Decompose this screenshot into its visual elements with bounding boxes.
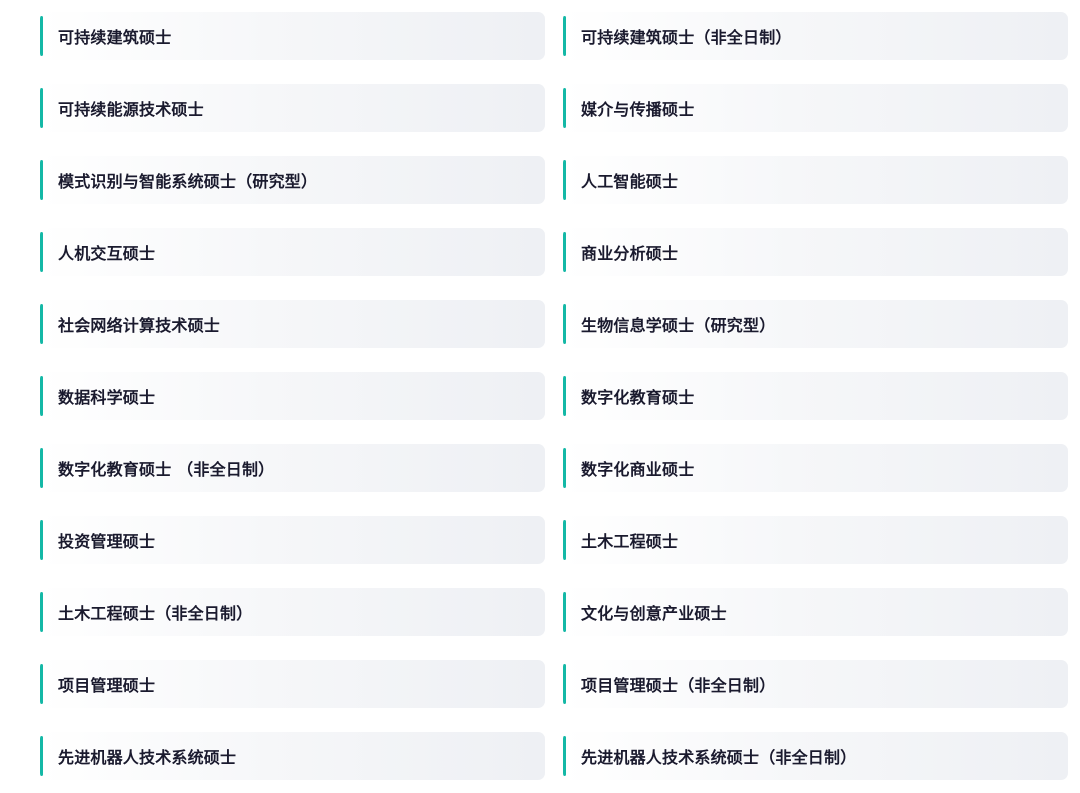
accent-bar [40, 160, 43, 200]
accent-bar [40, 16, 43, 56]
program-label: 媒介与传播硕士 [581, 100, 695, 119]
program-card[interactable]: 人工智能硕士 [563, 156, 1068, 204]
program-card[interactable]: 生物信息学硕士（研究型） [563, 300, 1068, 348]
program-label: 文化与创意产业硕士 [581, 604, 727, 623]
accent-bar [563, 16, 566, 56]
accent-bar [563, 376, 566, 416]
program-label: 项目管理硕士（非全日制） [581, 676, 776, 695]
accent-bar [563, 520, 566, 560]
program-card[interactable]: 可持续建筑硕士（非全日制） [563, 12, 1068, 60]
program-card[interactable]: 模式识别与智能系统硕士（研究型） [40, 156, 545, 204]
accent-bar [563, 592, 566, 632]
program-label: 可持续能源技术硕士 [58, 100, 204, 119]
accent-bar [40, 736, 43, 776]
accent-bar [40, 592, 43, 632]
accent-bar [563, 664, 566, 704]
program-label: 生物信息学硕士（研究型） [581, 316, 776, 335]
program-card[interactable]: 数字化教育硕士 （非全日制） [40, 444, 545, 492]
program-card[interactable]: 媒介与传播硕士 [563, 84, 1068, 132]
program-card[interactable]: 先进机器人技术系统硕士 [40, 732, 545, 780]
accent-bar [563, 88, 566, 128]
accent-bar [40, 520, 43, 560]
program-label: 投资管理硕士 [58, 532, 156, 551]
program-label: 商业分析硕士 [581, 244, 679, 263]
program-label: 数据科学硕士 [58, 388, 156, 407]
program-label: 模式识别与智能系统硕士（研究型） [58, 172, 318, 191]
accent-bar [40, 232, 43, 272]
program-card[interactable]: 先进机器人技术系统硕士（非全日制） [563, 732, 1068, 780]
program-label: 项目管理硕士 [58, 676, 156, 695]
program-card[interactable]: 人机交互硕士 [40, 228, 545, 276]
accent-bar [40, 304, 43, 344]
program-label: 社会网络计算技术硕士 [58, 316, 221, 335]
accent-bar [40, 88, 43, 128]
program-card[interactable]: 数据科学硕士 [40, 372, 545, 420]
program-label: 数字化教育硕士 （非全日制） [58, 460, 275, 479]
program-card[interactable]: 可持续能源技术硕士 [40, 84, 545, 132]
program-card[interactable]: 商业分析硕士 [563, 228, 1068, 276]
accent-bar [40, 376, 43, 416]
program-card[interactable]: 数字化商业硕士 [563, 444, 1068, 492]
program-card[interactable]: 社会网络计算技术硕士 [40, 300, 545, 348]
program-label: 先进机器人技术系统硕士 [58, 748, 237, 767]
program-card[interactable]: 土木工程硕士 [563, 516, 1068, 564]
program-card[interactable]: 投资管理硕士 [40, 516, 545, 564]
program-label: 数字化商业硕士 [581, 460, 695, 479]
program-label: 数字化教育硕士 [581, 388, 695, 407]
program-card[interactable]: 土木工程硕士（非全日制） [40, 588, 545, 636]
accent-bar [563, 736, 566, 776]
accent-bar [563, 304, 566, 344]
program-card[interactable]: 项目管理硕士 [40, 660, 545, 708]
program-list: 可持续建筑硕士 可持续建筑硕士（非全日制） 可持续能源技术硕士 媒介与传播硕士 … [40, 12, 1068, 780]
accent-bar [563, 448, 566, 488]
accent-bar [40, 448, 43, 488]
program-label: 可持续建筑硕士 [58, 28, 172, 47]
program-card[interactable]: 项目管理硕士（非全日制） [563, 660, 1068, 708]
accent-bar [563, 160, 566, 200]
program-label: 先进机器人技术系统硕士（非全日制） [581, 748, 857, 767]
program-card[interactable]: 数字化教育硕士 [563, 372, 1068, 420]
program-label: 人工智能硕士 [581, 172, 679, 191]
program-label: 可持续建筑硕士（非全日制） [581, 28, 792, 47]
program-label: 人机交互硕士 [58, 244, 156, 263]
program-card[interactable]: 文化与创意产业硕士 [563, 588, 1068, 636]
accent-bar [563, 232, 566, 272]
program-label: 土木工程硕士（非全日制） [58, 604, 253, 623]
program-card[interactable]: 可持续建筑硕士 [40, 12, 545, 60]
accent-bar [40, 664, 43, 704]
program-label: 土木工程硕士 [581, 532, 679, 551]
